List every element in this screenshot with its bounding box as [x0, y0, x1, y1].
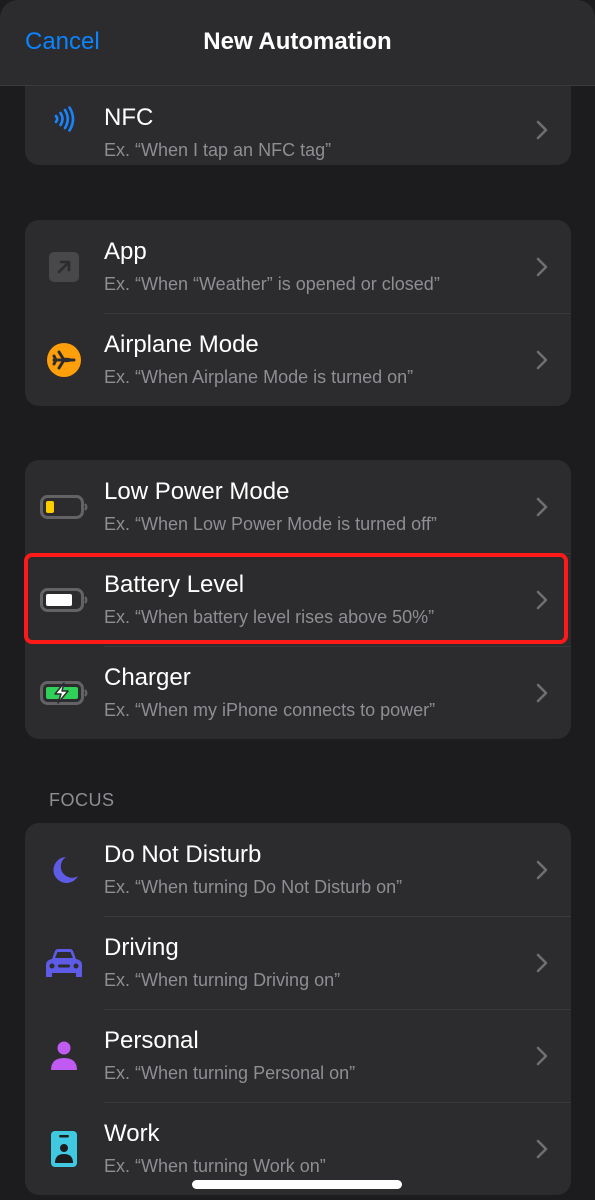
- trigger-row-charger[interactable]: Charger Ex. “When my iPhone connects to …: [25, 646, 571, 739]
- chevron-right-icon: [536, 497, 548, 516]
- trigger-title: Battery Level: [104, 571, 245, 598]
- trigger-row-app[interactable]: App Ex. “When “Weather” is opened or clo…: [25, 220, 571, 313]
- trigger-title: Work: [104, 1120, 160, 1147]
- trigger-subtitle: Ex. “When “Weather” is opened or closed”: [104, 274, 440, 294]
- trigger-title: App: [104, 238, 147, 265]
- battery-icon: [38, 578, 90, 622]
- trigger-subtitle: Ex. “When turning Personal on”: [104, 1063, 356, 1083]
- car-icon: [38, 941, 90, 985]
- trigger-subtitle: Ex. “When turning Driving on”: [104, 970, 341, 990]
- chevron-right-icon: [536, 1046, 548, 1065]
- nfc-icon: [38, 97, 90, 141]
- trigger-row-airplane-mode[interactable]: Airplane Mode Ex. “When Airplane Mode is…: [25, 313, 571, 406]
- trigger-subtitle: Ex. “When my iPhone connects to power”: [104, 700, 436, 720]
- trigger-title: Personal: [104, 1027, 199, 1054]
- app-icon: [38, 245, 90, 289]
- chevron-right-icon: [536, 860, 548, 879]
- person-icon: [38, 1034, 90, 1078]
- trigger-subtitle: Ex. “When battery level rises above 50%”: [104, 607, 435, 627]
- section-header-focus: FOCUS: [49, 790, 115, 810]
- chevron-right-icon: [536, 257, 548, 276]
- chevron-right-icon: [536, 683, 548, 702]
- trigger-row-personal[interactable]: Personal Ex. “When turning Personal on”: [25, 1009, 571, 1102]
- trigger-title: Charger: [104, 664, 191, 691]
- trigger-group-battery: Low Power Mode Ex. “When Low Power Mode …: [25, 460, 571, 739]
- airplane-icon: [38, 338, 90, 382]
- trigger-title: Low Power Mode: [104, 478, 290, 505]
- charging-battery-icon: [38, 671, 90, 715]
- trigger-row-battery-level[interactable]: Battery Level Ex. “When battery level ri…: [25, 553, 571, 646]
- moon-icon: [38, 848, 90, 892]
- chevron-right-icon: [536, 590, 548, 609]
- trigger-subtitle: Ex. “When I tap an NFC tag”: [104, 140, 332, 160]
- home-indicator[interactable]: [192, 1180, 402, 1189]
- trigger-subtitle: Ex. “When Low Power Mode is turned off”: [104, 514, 437, 534]
- trigger-title: Airplane Mode: [104, 331, 259, 358]
- navigation-bar: Cancel New Automation: [0, 0, 595, 86]
- low-battery-icon: [38, 485, 90, 529]
- trigger-group-focus: Do Not Disturb Ex. “When turning Do Not …: [25, 823, 571, 1195]
- trigger-subtitle: Ex. “When turning Do Not Disturb on”: [104, 877, 403, 897]
- chevron-right-icon: [536, 350, 548, 369]
- chevron-right-icon: [536, 120, 548, 139]
- trigger-subtitle: Ex. “When Airplane Mode is turned on”: [104, 367, 414, 387]
- page-title: New Automation: [203, 28, 392, 55]
- chevron-right-icon: [536, 1139, 548, 1158]
- id-badge-icon: [38, 1127, 90, 1171]
- trigger-row-driving[interactable]: Driving Ex. “When turning Driving on”: [25, 916, 571, 1009]
- trigger-group-app: App Ex. “When “Weather” is opened or clo…: [25, 220, 571, 406]
- chevron-right-icon: [536, 953, 548, 972]
- trigger-row-do-not-disturb[interactable]: Do Not Disturb Ex. “When turning Do Not …: [25, 823, 571, 916]
- trigger-title: NFC: [104, 104, 154, 131]
- trigger-title: Do Not Disturb: [104, 841, 262, 868]
- screen: Cancel New Automation NFC Ex. “When I ta…: [0, 0, 595, 1200]
- trigger-title: Driving: [104, 934, 179, 961]
- trigger-row-low-power-mode[interactable]: Low Power Mode Ex. “When Low Power Mode …: [25, 460, 571, 553]
- trigger-subtitle: Ex. “When turning Work on”: [104, 1156, 326, 1176]
